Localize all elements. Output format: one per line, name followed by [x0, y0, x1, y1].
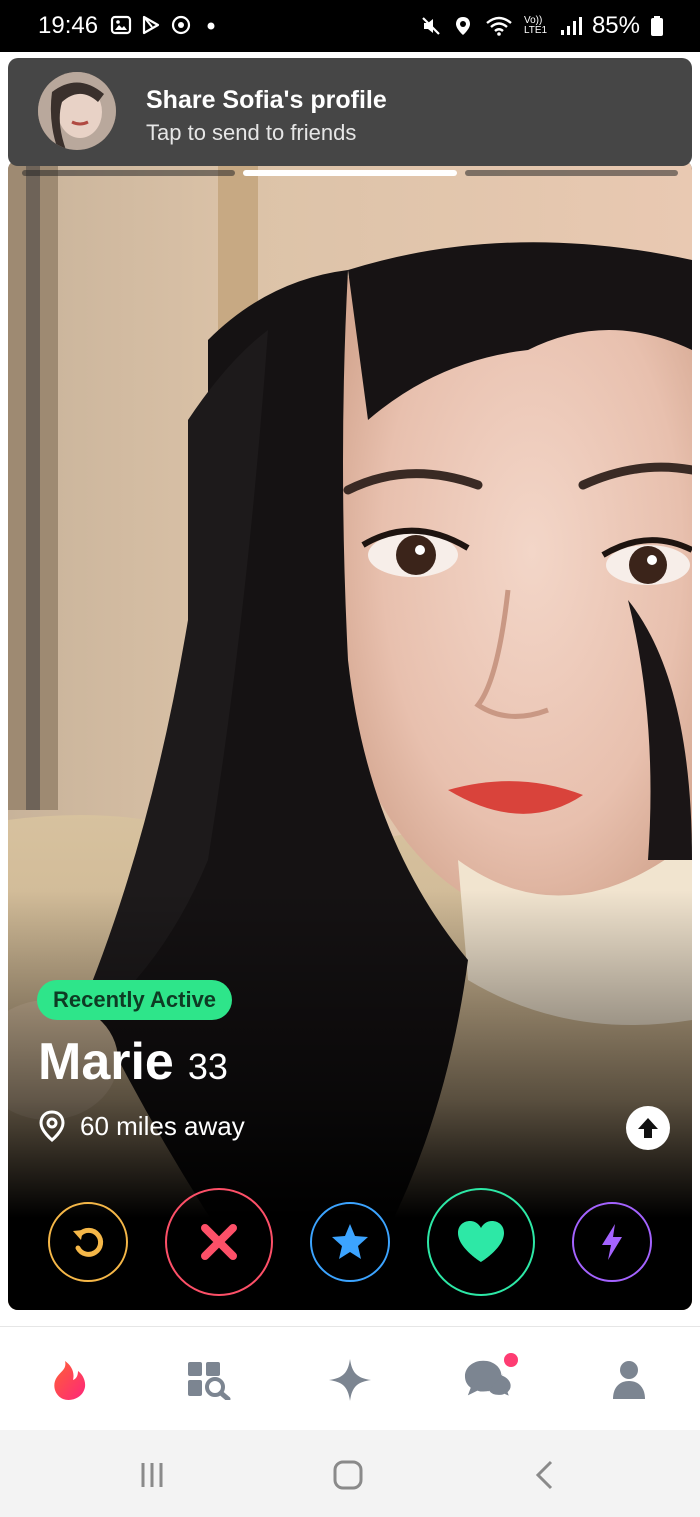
recently-active-badge: Recently Active	[37, 980, 233, 1020]
star-icon	[332, 1224, 368, 1259]
avatar-photo	[38, 72, 116, 150]
nav-profile[interactable]	[604, 1355, 654, 1405]
recent-apps-icon	[141, 1463, 163, 1487]
photo-progress-segment-active	[243, 170, 457, 176]
status-bar: 19:46 Vo)) LTE1 85%	[0, 0, 700, 52]
share-banner-subtitle: Tap to send to friends	[146, 120, 357, 145]
nope-button[interactable]	[165, 1188, 273, 1296]
home-icon	[333, 1460, 363, 1490]
photo-progress-segment	[464, 170, 678, 176]
photo-progress-segment	[22, 170, 236, 176]
back-chevron-icon	[535, 1460, 553, 1490]
system-nav-bar	[0, 1430, 700, 1517]
profile-card[interactable]: Recently Active Marie 33 60 miles away	[8, 160, 692, 1310]
sparkle-icon	[329, 1359, 371, 1401]
rewind-button[interactable]	[48, 1202, 128, 1282]
explore-grid-icon	[188, 1362, 231, 1400]
gallery-icon	[110, 15, 132, 35]
photo-progress	[22, 170, 678, 176]
location-icon	[455, 17, 470, 35]
sync-icon	[171, 15, 191, 35]
location-pin-icon	[39, 1110, 65, 1142]
messages-notification-dot	[504, 1353, 518, 1367]
shared-profile-avatar	[38, 72, 116, 150]
mute-icon	[422, 17, 440, 35]
nav-messages[interactable]	[464, 1353, 518, 1405]
nav-explore[interactable]	[184, 1355, 234, 1405]
status-right-icons: Vo)) LTE1 85%	[420, 12, 664, 40]
bottom-nav	[0, 1326, 700, 1430]
super-like-button[interactable]	[310, 1202, 390, 1282]
arrow-up-icon	[638, 1118, 658, 1138]
nav-gold-home[interactable]	[325, 1355, 375, 1405]
dot-icon	[207, 22, 215, 30]
status-time: 19:46	[38, 12, 99, 39]
recent-apps-button[interactable]	[132, 1458, 172, 1492]
profile-age: 33	[187, 1046, 228, 1087]
wifi-icon	[486, 16, 512, 36]
boost-button[interactable]	[572, 1202, 652, 1282]
close-icon	[201, 1224, 237, 1260]
open-profile-button[interactable]	[626, 1106, 670, 1150]
status-left-icons	[110, 14, 222, 36]
like-button[interactable]	[427, 1188, 535, 1296]
battery-percent: 85%	[591, 12, 640, 39]
lightning-icon	[602, 1224, 622, 1260]
profile-icon	[613, 1361, 645, 1399]
share-profile-banner[interactable]: Share Sofia's profile Tap to send to fri…	[8, 58, 692, 166]
share-banner-title: Share Sofia's profile	[146, 86, 387, 114]
play-store-icon	[142, 15, 160, 35]
network-label: Vo)) LTE1	[523, 15, 548, 36]
distance-row: 60 miles away	[38, 1110, 245, 1142]
profile-name: Marie	[38, 1033, 174, 1091]
heart-icon	[458, 1221, 504, 1262]
nav-discover[interactable]	[44, 1355, 94, 1405]
home-button[interactable]	[328, 1458, 368, 1492]
signal-icon	[560, 17, 582, 35]
distance-text: 60 miles away	[80, 1110, 245, 1141]
profile-name-row: Marie 33	[38, 1032, 228, 1092]
back-button[interactable]	[524, 1458, 564, 1492]
battery-icon	[651, 16, 663, 36]
action-bar	[8, 1184, 692, 1304]
flame-icon	[54, 1361, 86, 1400]
rewind-icon	[73, 1227, 104, 1257]
